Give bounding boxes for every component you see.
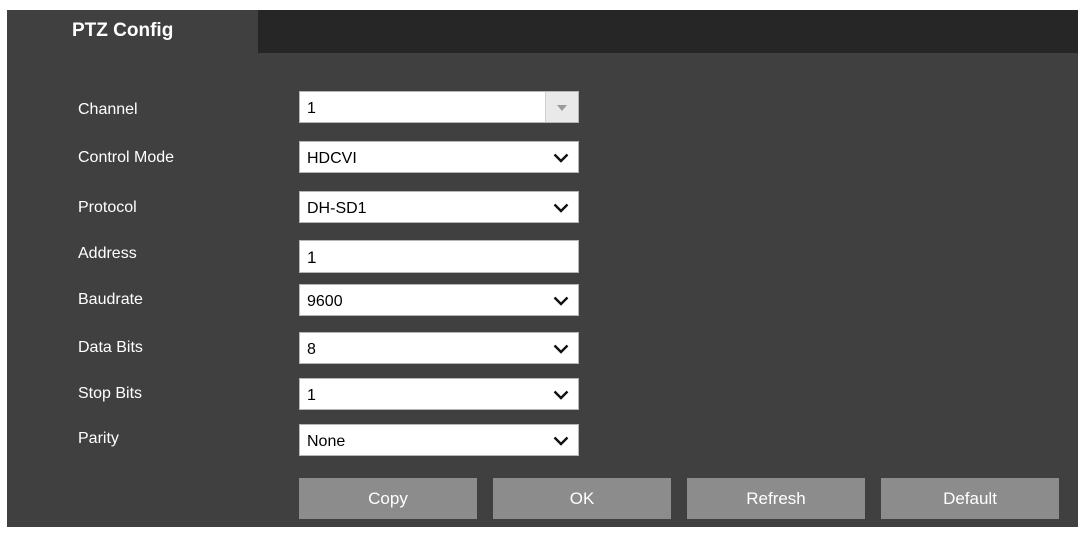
parity-label: Parity (78, 430, 119, 447)
chevron-down-icon (553, 296, 569, 306)
refresh-button[interactable]: Refresh (687, 478, 865, 519)
chevron-down-icon (553, 203, 569, 213)
data-bits-select[interactable]: 8 (299, 332, 579, 364)
chevron-down-icon (553, 390, 569, 400)
channel-value: 1 (307, 100, 316, 117)
parity-value: None (307, 433, 346, 450)
stop-bits-select[interactable]: 1 (299, 378, 579, 410)
ok-button[interactable]: OK (493, 478, 671, 519)
stop-bits-value: 1 (307, 387, 316, 404)
chevron-down-icon (553, 344, 569, 354)
control-mode-select[interactable]: HDCVI (299, 141, 579, 173)
tab-title: PTZ Config (72, 20, 174, 41)
baudrate-select[interactable]: 9600 (299, 284, 579, 316)
stop-bits-label: Stop Bits (78, 385, 143, 402)
chevron-down-icon (553, 436, 569, 446)
baudrate-label: Baudrate (78, 291, 143, 308)
address-value: 1 (307, 248, 317, 267)
channel-select[interactable]: 1 (299, 91, 579, 123)
ptz-config-panel: PTZ Config Channel 1 Control Mode HDCVI … (7, 10, 1078, 527)
parity-select[interactable]: None (299, 424, 579, 456)
protocol-label: Protocol (78, 199, 137, 216)
chevron-down-icon (553, 153, 569, 163)
default-button[interactable]: Default (881, 478, 1059, 519)
copy-button[interactable]: Copy (299, 478, 477, 519)
address-input[interactable]: 1 (299, 240, 579, 273)
channel-dropdown-button[interactable] (545, 92, 578, 122)
triangle-down-icon (557, 105, 567, 111)
address-label: Address (78, 245, 137, 262)
tab-ptz-config[interactable]: PTZ Config (7, 10, 258, 53)
control-mode-label: Control Mode (78, 149, 175, 166)
data-bits-value: 8 (307, 341, 316, 358)
channel-label: Channel (78, 101, 138, 118)
protocol-select[interactable]: DH-SD1 (299, 191, 579, 223)
protocol-value: DH-SD1 (307, 200, 367, 217)
control-mode-value: HDCVI (307, 150, 357, 167)
baudrate-value: 9600 (307, 293, 343, 310)
data-bits-label: Data Bits (78, 339, 143, 356)
